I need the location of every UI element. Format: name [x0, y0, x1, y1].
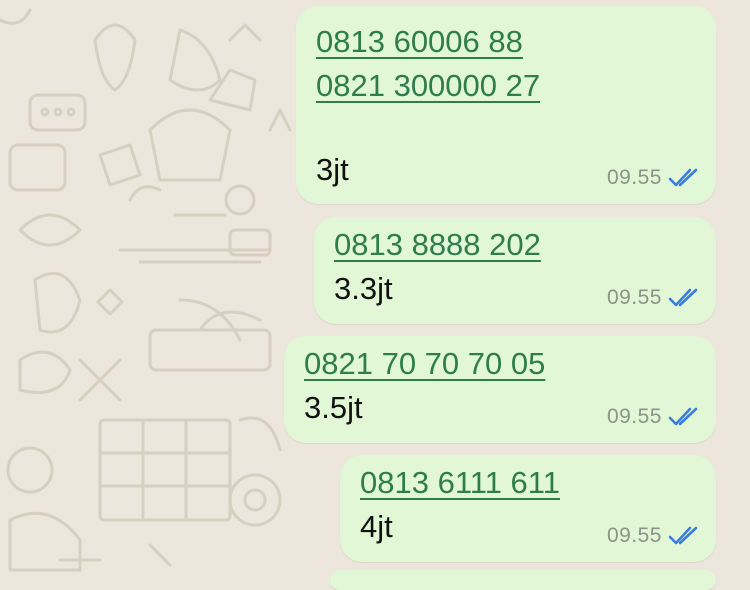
message-text: 3jt	[316, 152, 349, 187]
message-time: 09.55	[606, 166, 662, 189]
phone-number-link[interactable]: 0813 8888 202	[334, 226, 541, 264]
phone-number-link[interactable]: 0821 70 70 70 05	[304, 345, 545, 383]
message-time: 09.55	[606, 405, 662, 428]
double-check-read-icon	[668, 407, 698, 427]
message-meta: 09.55	[607, 405, 698, 429]
outgoing-message-partial[interactable]	[330, 570, 716, 590]
phone-number-link[interactable]: 0813 60006 88	[316, 23, 523, 61]
outgoing-message[interactable]: 0813 6111 611 4jt 09.55	[340, 455, 716, 562]
phone-number-link[interactable]: 0813 6111 611	[360, 464, 560, 502]
outgoing-message[interactable]: 0821 70 70 70 05 3.5jt 09.55	[284, 336, 716, 443]
message-text: 4jt	[360, 509, 393, 544]
message-text: 3.3jt	[334, 271, 393, 306]
double-check-read-icon	[668, 526, 698, 546]
phone-number-link[interactable]: 0821 300000 27	[316, 67, 540, 105]
double-check-read-icon	[668, 168, 698, 188]
message-time: 09.55	[606, 524, 662, 547]
message-time: 09.55	[606, 286, 662, 309]
message-text: 3.5jt	[304, 390, 363, 425]
message-meta: 09.55	[607, 524, 698, 548]
outgoing-message[interactable]: 0813 60006 88 0821 300000 27 3jt 09.55	[296, 6, 716, 204]
double-check-read-icon	[668, 288, 698, 308]
outgoing-message[interactable]: 0813 8888 202 3.3jt 09.55	[314, 217, 716, 324]
message-meta: 09.55	[607, 166, 698, 190]
message-meta: 09.55	[607, 286, 698, 310]
